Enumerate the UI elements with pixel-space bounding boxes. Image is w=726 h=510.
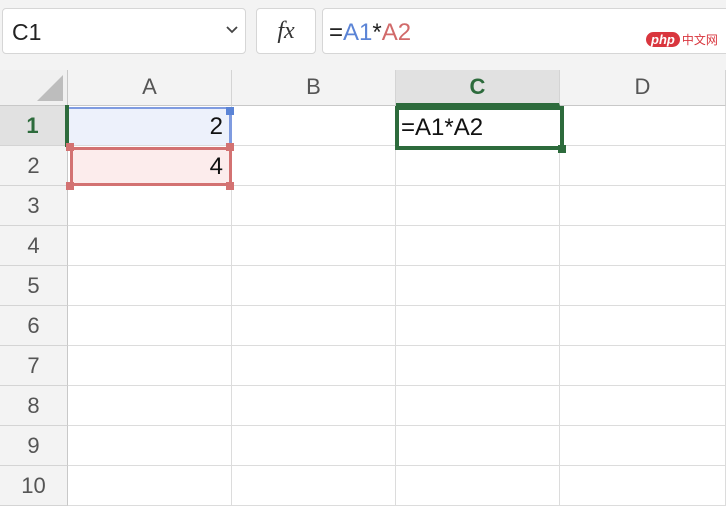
row-header-3[interactable]: 3 bbox=[0, 186, 68, 226]
cell-a3[interactable] bbox=[68, 186, 232, 226]
cell-d4[interactable] bbox=[560, 226, 726, 266]
cell-a2[interactable]: 4 bbox=[70, 147, 232, 186]
cell-b9[interactable] bbox=[232, 426, 396, 466]
cell-d1[interactable] bbox=[560, 106, 726, 146]
cell-b6[interactable] bbox=[232, 306, 396, 346]
active-cell-c1[interactable]: =A1*A2 bbox=[395, 106, 564, 150]
row-header-6[interactable]: 6 bbox=[0, 306, 68, 346]
row-header-10[interactable]: 10 bbox=[0, 466, 68, 506]
row-header-9[interactable]: 9 bbox=[0, 426, 68, 466]
row-header-2[interactable]: 2 bbox=[0, 146, 68, 186]
cell-a1[interactable]: 2 bbox=[69, 107, 232, 145]
cell-c9[interactable] bbox=[396, 426, 560, 466]
row-header-1[interactable]: 1 bbox=[0, 106, 68, 146]
cell-b1[interactable] bbox=[232, 106, 396, 146]
cell-c10[interactable] bbox=[396, 466, 560, 506]
cell-d7[interactable] bbox=[560, 346, 726, 386]
formula-ref-a1: A1 bbox=[343, 19, 373, 46]
cell-b2[interactable] bbox=[232, 146, 396, 186]
cell-c5[interactable] bbox=[396, 266, 560, 306]
cell-c6[interactable] bbox=[396, 306, 560, 346]
cell-d2[interactable] bbox=[560, 146, 726, 186]
column-header-c[interactable]: C bbox=[396, 70, 560, 106]
cell-d9[interactable] bbox=[560, 426, 726, 466]
formula-text: =A1*A2 bbox=[329, 19, 411, 47]
cell-c3[interactable] bbox=[396, 186, 560, 226]
cell-c8[interactable] bbox=[396, 386, 560, 426]
watermark-text: 中文网 bbox=[681, 33, 718, 47]
formula-bar-area: C1 fx =A1*A2 php 中文网 bbox=[0, 0, 726, 70]
cell-c4[interactable] bbox=[396, 226, 560, 266]
fill-handle[interactable] bbox=[558, 145, 566, 153]
cell-a6[interactable] bbox=[68, 306, 232, 346]
select-all-triangle-icon bbox=[37, 75, 63, 101]
cell-d10[interactable] bbox=[560, 466, 726, 506]
cell-a4[interactable] bbox=[68, 226, 232, 266]
select-all-button[interactable] bbox=[0, 70, 68, 106]
cell-a1-value: 2 bbox=[209, 113, 223, 140]
watermark: php 中文网 bbox=[646, 31, 718, 48]
cell-b5[interactable] bbox=[232, 266, 396, 306]
cell-b10[interactable] bbox=[232, 466, 396, 506]
formula-prefix: = bbox=[329, 19, 344, 46]
cell-a9[interactable] bbox=[68, 426, 232, 466]
watermark-logo: php bbox=[646, 32, 680, 47]
column-header-d[interactable]: D bbox=[560, 70, 726, 106]
range-handle-a1-top[interactable] bbox=[226, 107, 234, 115]
formula-operator: * bbox=[372, 19, 382, 46]
range-handle-a2-tl[interactable] bbox=[66, 143, 74, 151]
cell-d3[interactable] bbox=[560, 186, 726, 226]
row-header-4[interactable]: 4 bbox=[0, 226, 68, 266]
row-header-7[interactable]: 7 bbox=[0, 346, 68, 386]
cell-d6[interactable] bbox=[560, 306, 726, 346]
cell-b7[interactable] bbox=[232, 346, 396, 386]
cell-b8[interactable] bbox=[232, 386, 396, 426]
cell-b3[interactable] bbox=[232, 186, 396, 226]
insert-function-button[interactable]: fx bbox=[256, 8, 316, 54]
range-handle-a2-br[interactable] bbox=[226, 182, 234, 190]
row-header-8[interactable]: 8 bbox=[0, 386, 68, 426]
range-handle-a2-tr[interactable] bbox=[226, 143, 234, 151]
column-header-a[interactable]: A bbox=[68, 70, 232, 106]
cell-a7[interactable] bbox=[68, 346, 232, 386]
cell-d5[interactable] bbox=[560, 266, 726, 306]
cell-d8[interactable] bbox=[560, 386, 726, 426]
cell-a10[interactable] bbox=[68, 466, 232, 506]
formula-ref-a2: A2 bbox=[381, 19, 412, 46]
cell-a8[interactable] bbox=[68, 386, 232, 426]
chevron-down-icon[interactable] bbox=[225, 22, 239, 36]
name-box-value: C1 bbox=[12, 19, 42, 45]
cell-a2-value: 4 bbox=[209, 153, 223, 180]
range-handle-a2-bl[interactable] bbox=[66, 182, 74, 190]
cell-b4[interactable] bbox=[232, 226, 396, 266]
name-box[interactable]: C1 bbox=[2, 8, 246, 54]
fx-icon: fx bbox=[277, 18, 295, 44]
cell-c2[interactable] bbox=[396, 146, 560, 186]
cell-a5[interactable] bbox=[68, 266, 232, 306]
cell-c1-value: =A1*A2 bbox=[401, 114, 484, 141]
column-header-b[interactable]: B bbox=[232, 70, 396, 106]
cell-c7[interactable] bbox=[396, 346, 560, 386]
row-header-5[interactable]: 5 bbox=[0, 266, 68, 306]
active-row-edge bbox=[65, 105, 69, 147]
